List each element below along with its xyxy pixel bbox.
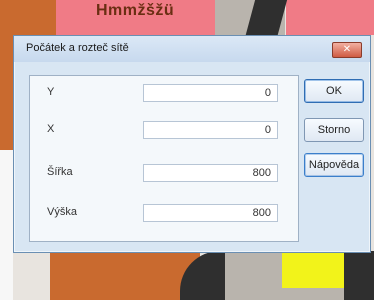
input-x[interactable]: 0 xyxy=(143,121,278,139)
ok-button[interactable]: OK xyxy=(304,79,364,103)
close-icon: ✕ xyxy=(342,44,352,55)
field-row-x: X 0 xyxy=(47,121,302,141)
input-width[interactable]: 800 xyxy=(143,164,278,182)
field-row-width: Šířka 800 xyxy=(47,164,302,184)
close-button[interactable]: ✕ xyxy=(332,42,362,58)
map-parcel-pink-2 xyxy=(286,0,374,35)
map-parcel-orange-bottom xyxy=(50,251,200,300)
field-row-y: Y 0 xyxy=(47,84,302,104)
field-label-height: Výška xyxy=(47,206,77,218)
dialog-titlebar: Počátek a rozteč sítě ✕ xyxy=(14,36,370,62)
field-row-height: Výška 800 xyxy=(47,204,302,224)
field-label-x: X xyxy=(47,123,55,135)
grid-origin-dialog: Počátek a rozteč sítě ✕ Y 0 X 0 Šířka 80… xyxy=(13,35,371,253)
cancel-button[interactable]: Storno xyxy=(304,118,364,142)
input-y[interactable]: 0 xyxy=(143,84,278,102)
map-parcel-white-left xyxy=(0,150,13,300)
field-label-width: Šířka xyxy=(47,166,73,178)
map-dark-bottom-right xyxy=(344,251,374,300)
input-height[interactable]: 800 xyxy=(143,204,278,222)
map-parcel-yellow xyxy=(282,248,344,288)
field-label-y: Y xyxy=(47,86,55,98)
fields-panel: Y 0 X 0 Šířka 800 Výška 800 xyxy=(29,75,299,242)
dialog-title: Počátek a rozteč sítě xyxy=(26,42,129,54)
map-parcel-orange-left xyxy=(0,35,13,155)
help-button[interactable]: Nápověda xyxy=(304,153,364,177)
map-label: Hmmžšžü xyxy=(96,2,175,19)
